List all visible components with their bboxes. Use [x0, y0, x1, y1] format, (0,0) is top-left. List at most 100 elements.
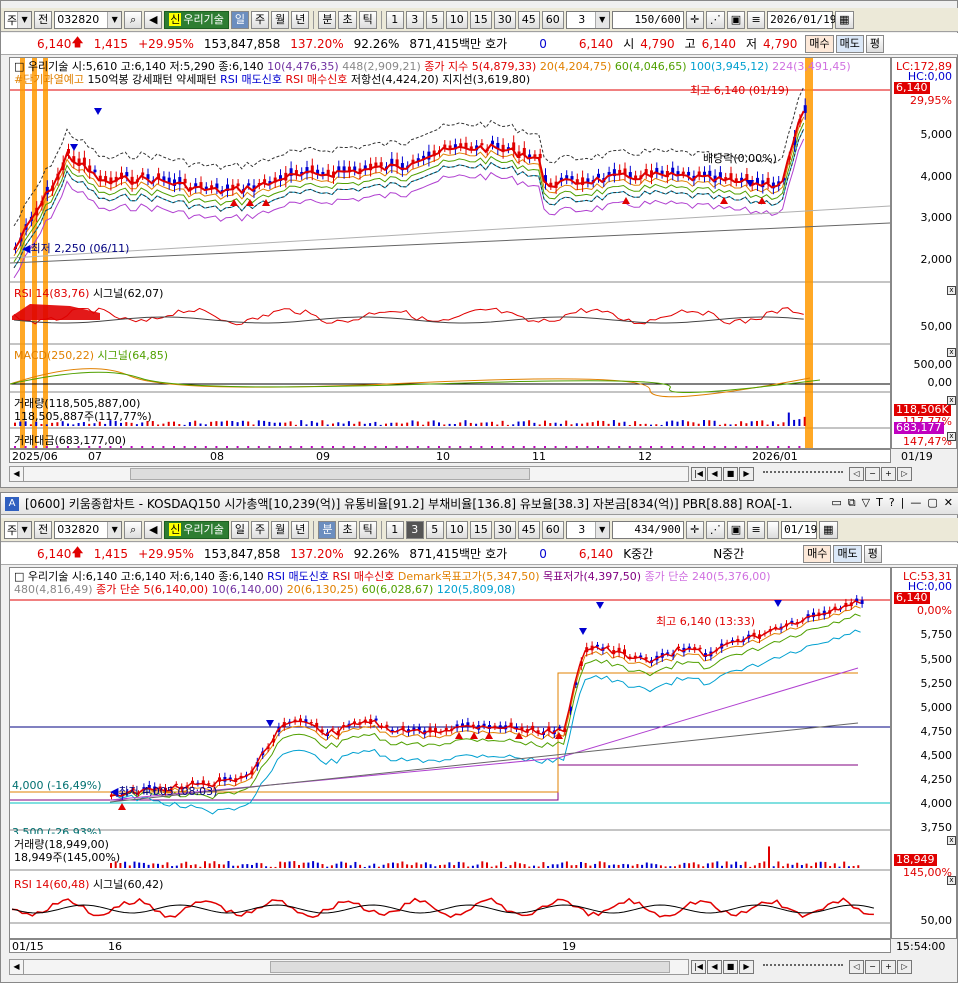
top-prev-button[interactable]: 전 [34, 10, 53, 29]
top-num-3[interactable]: 3 [405, 10, 424, 29]
bottom-code-select[interactable]: 032820 ▼ [54, 520, 123, 539]
top-buy-button[interactable]: 매수 [805, 34, 834, 53]
scroll-left-icon[interactable]: ◀ [10, 960, 24, 974]
bottom-num-5[interactable]: 5 [425, 520, 444, 539]
bottom-period-year[interactable]: 년 [291, 520, 310, 539]
top-avg-button[interactable]: 평 [865, 34, 885, 53]
first-icon[interactable]: |◀ [691, 467, 706, 481]
bottom-date-input[interactable]: 01/19 [781, 520, 817, 539]
close-icon[interactable]: x [947, 876, 956, 885]
bottom-search-button[interactable]: ⌕ [124, 520, 143, 539]
top-scrollbar[interactable]: ◀ [9, 466, 689, 482]
close-icon[interactable]: ✕ [944, 496, 953, 510]
filter-icon[interactable]: ▽ [862, 496, 870, 510]
top-num-60[interactable]: 60 [541, 10, 564, 29]
bottom-chart-type-select[interactable]: 주 ▼ [4, 520, 33, 539]
bottom-sound-button[interactable]: ◀ [144, 520, 163, 539]
bottom-sell-button[interactable]: 매도 [833, 544, 862, 563]
top-stock-name[interactable]: 신 우리기술 [164, 10, 229, 29]
bottom-period-day[interactable]: 일 [230, 520, 249, 539]
close-icon[interactable]: x [947, 432, 956, 441]
next-icon[interactable]: ▶ [739, 960, 754, 974]
top-tool-button-1[interactable]: ✛ [685, 10, 704, 29]
close-icon[interactable]: x [947, 286, 956, 295]
bottom-period-second[interactable]: 초 [338, 520, 357, 539]
top-period-day[interactable]: 일 [230, 10, 249, 29]
top-period-tick[interactable]: 틱 [358, 10, 377, 29]
first-icon[interactable]: |◀ [691, 960, 706, 974]
top-zoom-slider[interactable] [763, 471, 843, 477]
text-icon[interactable]: T [876, 496, 883, 510]
bottom-tool-button-1[interactable]: ✛ [685, 520, 704, 539]
bottom-avg-button[interactable]: 평 [863, 544, 882, 563]
close-icon[interactable]: x [947, 348, 956, 357]
bottom-date-checkbox[interactable] [767, 520, 780, 539]
top-tool-button-3[interactable]: ▣ [726, 10, 746, 29]
zoom-icon[interactable]: ◁ [849, 467, 864, 481]
zoom-icon[interactable]: ◁ [849, 960, 864, 974]
maximize-icon[interactable]: ▢ [927, 496, 937, 510]
bottom-prev-button[interactable]: 전 [34, 520, 53, 539]
bottom-chart-area[interactable]: □ 우리기술 시:6,140 고:6,140 저:6,140 종:6,140 R… [9, 567, 891, 939]
minimize-icon[interactable]: — [910, 496, 921, 510]
top-count-select[interactable]: 3 ▼ [565, 10, 610, 29]
bottom-num-15[interactable]: 15 [469, 520, 492, 539]
bottom-price-axis[interactable]: LC:53,31 HC:0,00 6,140 0,00% 5,750 5,500… [891, 567, 957, 939]
bottom-num-10[interactable]: 10 [445, 520, 468, 539]
bottom-zoom-slider[interactable] [763, 964, 843, 970]
top-sell-button[interactable]: 매도 [835, 34, 864, 53]
top-num-30[interactable]: 30 [493, 10, 516, 29]
tile-icon[interactable]: ⧉ [848, 496, 856, 510]
top-num-10[interactable]: 10 [445, 10, 468, 29]
bottom-period-minute[interactable]: 분 [318, 520, 337, 539]
zoom-out-icon[interactable]: − [865, 467, 880, 481]
bottom-count-select[interactable]: 3 ▼ [565, 520, 610, 539]
bottom-tool-button-4[interactable]: ≡ [747, 520, 766, 539]
top-chart-area[interactable]: □ 우리기술 시:5,610 고:6,140 저:5,290 종:6,140 1… [9, 57, 891, 449]
bottom-period-month[interactable]: 월 [271, 520, 290, 539]
prev-icon[interactable]: ◀ [707, 960, 722, 974]
top-chart-type-select[interactable]: 주 ▼ [4, 10, 33, 29]
top-num-15[interactable]: 15 [469, 10, 492, 29]
bottom-calendar-button[interactable]: ▦ [819, 520, 838, 539]
stop-icon[interactable]: ■ [723, 960, 738, 974]
bottom-period-week[interactable]: 주 [250, 520, 270, 539]
top-code-select[interactable]: 032820 ▼ [54, 10, 123, 29]
bottom-num-3[interactable]: 3 [405, 520, 424, 539]
bottom-buy-button[interactable]: 매수 [803, 544, 832, 563]
fit-icon[interactable]: ▷ [897, 467, 912, 481]
top-period-second[interactable]: 초 [338, 10, 357, 29]
top-num-5[interactable]: 5 [425, 10, 444, 29]
zoom-in-icon[interactable]: + [881, 960, 896, 974]
top-date-input[interactable]: 2026/01/19 [767, 10, 836, 29]
top-sound-button[interactable]: ◀ [144, 10, 163, 29]
bottom-scrollbar[interactable]: ◀ [9, 959, 689, 975]
bottom-bars-input[interactable]: 434/900 [611, 520, 684, 539]
bottom-period-tick[interactable]: 틱 [358, 520, 377, 539]
bottom-scroll-thumb[interactable] [270, 961, 670, 973]
stop-icon[interactable]: ■ [723, 467, 738, 481]
top-period-minute[interactable]: 분 [318, 10, 337, 29]
top-num-45[interactable]: 45 [517, 10, 540, 29]
top-period-month[interactable]: 월 [271, 10, 290, 29]
zoom-out-icon[interactable]: − [865, 960, 880, 974]
zoom-in-icon[interactable]: + [881, 467, 896, 481]
scroll-left-icon[interactable]: ◀ [10, 467, 24, 481]
bottom-num-45[interactable]: 45 [517, 520, 540, 539]
top-tool-button-2[interactable]: ⋰ [705, 10, 725, 29]
top-calendar-button[interactable]: ▦ [835, 10, 854, 29]
bottom-num-30[interactable]: 30 [493, 520, 516, 539]
bottom-num-60[interactable]: 60 [541, 520, 564, 539]
top-tool-button-4[interactable]: ≡ [747, 10, 766, 29]
close-icon[interactable]: x [947, 836, 956, 845]
top-period-week[interactable]: 주 [250, 10, 270, 29]
top-bars-input[interactable]: 150/600 [611, 10, 684, 29]
top-search-button[interactable]: ⌕ [124, 10, 143, 29]
bottom-tool-button-3[interactable]: ▣ [726, 520, 746, 539]
top-period-year[interactable]: 년 [291, 10, 310, 29]
bottom-tool-button-2[interactable]: ⋰ [705, 520, 725, 539]
restore-icon[interactable]: ▭ [831, 496, 841, 510]
close-icon[interactable]: x [947, 396, 956, 405]
top-price-axis[interactable]: LC:172,89 HC:0,00 6,140 29,95% 5,000 4,0… [891, 57, 957, 449]
top-num-1[interactable]: 1 [385, 10, 404, 29]
